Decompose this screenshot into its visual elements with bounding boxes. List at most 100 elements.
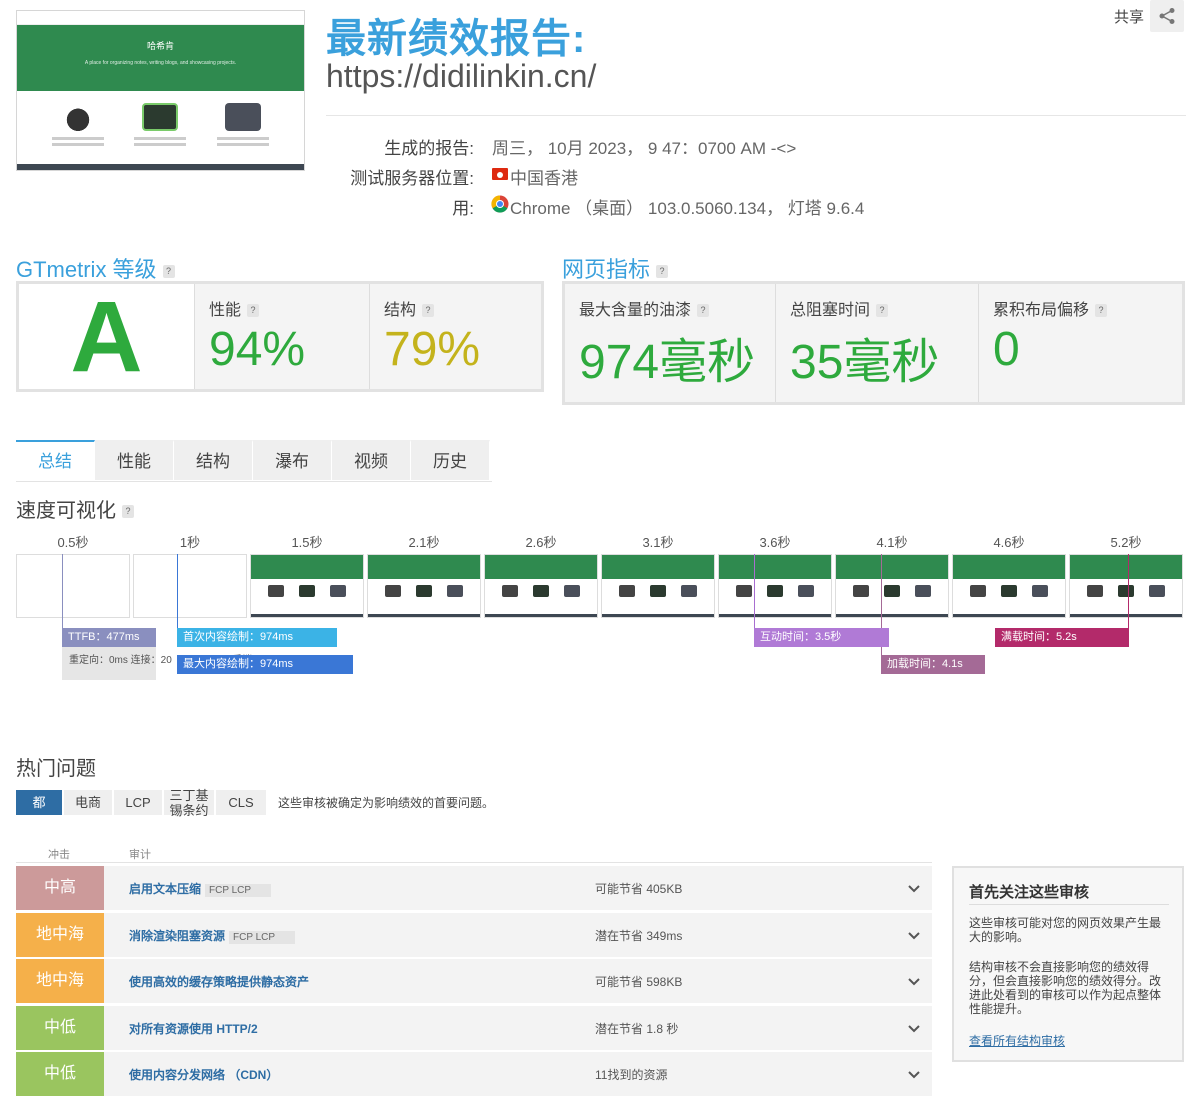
- performance-score: 94%: [209, 323, 306, 376]
- audit-name[interactable]: 启用文本压缩 FCP LCP: [129, 880, 272, 897]
- chevron-down-icon[interactable]: [904, 1064, 924, 1084]
- help-icon[interactable]: ?: [122, 505, 134, 519]
- filter-all[interactable]: 都: [16, 790, 62, 815]
- filmstrip-frame[interactable]: [718, 554, 832, 618]
- thumbnail-footer: [17, 164, 304, 170]
- issue-row[interactable]: 中低 使用内容分发网络 （CDN） 11找到的资源: [16, 1052, 932, 1096]
- audit-title[interactable]: 对所有资源使用 HTTP/2: [129, 1022, 258, 1036]
- focus-audits-heading: 首先关注这些审核: [969, 884, 1090, 901]
- audit-title[interactable]: 使用内容分发网络 （CDN）: [129, 1068, 278, 1082]
- web-vitals-heading: 网页指标?: [562, 252, 669, 284]
- filmstrip-frame[interactable]: [133, 554, 247, 618]
- fully-loaded-marker-line: [1128, 554, 1129, 630]
- lcp-marker-label: 最大内容绘制：974ms: [177, 655, 353, 674]
- audit-name[interactable]: 使用内容分发网络 （CDN）: [129, 1066, 278, 1083]
- grade-panel: A 性能? 94% 结构? 79%: [16, 281, 544, 393]
- filmstrip-frame[interactable]: [601, 554, 715, 618]
- timeline-tick-label: 1秒: [179, 535, 201, 550]
- tab-structure[interactable]: 结构: [174, 440, 253, 480]
- timeline-tick-label: 2.6秒: [525, 535, 557, 550]
- thumbnail-site-name: 哈希肯: [146, 41, 174, 51]
- report-title: 最新绩效报告:: [326, 17, 587, 61]
- share-label[interactable]: 共享: [1114, 6, 1144, 27]
- view-structure-audits-link[interactable]: 查看所有结构审核: [969, 1032, 1065, 1049]
- share-button[interactable]: [1150, 0, 1184, 32]
- ttfb-label: TTFB：477ms: [62, 628, 156, 647]
- impact-column-header: 冲击: [48, 849, 70, 861]
- filmstrip-frame[interactable]: [16, 554, 130, 618]
- audit-metric-tags: FCP LCP: [205, 884, 272, 897]
- tbt-label: 总阻塞时间?: [790, 296, 889, 320]
- top-issues-heading: 热门问题: [16, 758, 96, 780]
- audit-title[interactable]: 消除渲染阻塞资源: [129, 929, 225, 943]
- meta-location-label: 测试服务器位置:: [350, 169, 474, 188]
- help-icon[interactable]: ?: [422, 304, 435, 318]
- tti-label: 互动时间：3.5秒: [754, 628, 889, 647]
- fcp-marker-line: [177, 554, 178, 630]
- timeline-tick-label: 1.5秒: [291, 535, 323, 550]
- filmstrip-frame[interactable]: [484, 554, 598, 618]
- onload-label: 加载时间：4.1s: [881, 655, 985, 674]
- help-icon[interactable]: ?: [247, 304, 260, 318]
- ttfb-breakdown: 重定向：0ms 连接：20: [69, 655, 172, 665]
- audit-savings: 11找到的资源: [595, 1068, 668, 1082]
- impact-badge: 中低: [16, 1006, 104, 1050]
- help-icon[interactable]: ?: [697, 304, 710, 318]
- cls-label: 累积布局偏移?: [993, 296, 1108, 320]
- audit-column-header: 审计: [129, 849, 151, 861]
- thumbnail-card: [48, 103, 108, 149]
- performance-label: 性能?: [209, 296, 260, 320]
- cls-value: 0: [993, 323, 1020, 376]
- tbt-cell: 总阻塞时间? 35毫秒: [776, 284, 979, 402]
- meta-generated-label: 生成的报告:: [384, 139, 474, 158]
- grade-letter: A: [70, 281, 143, 393]
- issue-row[interactable]: 地中海 使用高效的缓存策略提供静态资产 可能节省 598KB: [16, 959, 932, 1003]
- chevron-down-icon[interactable]: [904, 971, 924, 991]
- tab-history[interactable]: 历史: [411, 440, 490, 480]
- issue-row[interactable]: 中低 对所有资源使用 HTTP/2 潜在节省 1.8 秒: [16, 1006, 932, 1050]
- cls-cell: 累积布局偏移? 0: [979, 284, 1182, 402]
- audit-name[interactable]: 使用高效的缓存策略提供静态资产: [129, 973, 309, 990]
- site-thumbnail: 哈希肯 A place for organizing notes, writin…: [16, 10, 305, 171]
- tab-video[interactable]: 视频: [332, 440, 411, 480]
- filmstrip-frame[interactable]: [1069, 554, 1183, 618]
- meta-using-label: 用:: [452, 199, 474, 218]
- help-icon[interactable]: ?: [876, 304, 889, 318]
- timeline-tick-label: 3.6秒: [759, 535, 791, 550]
- audit-title[interactable]: 使用高效的缓存策略提供静态资产: [129, 975, 309, 989]
- help-icon[interactable]: ?: [656, 264, 669, 278]
- filter-cls[interactable]: CLS: [216, 790, 266, 815]
- header-divider: [326, 115, 1186, 116]
- thumbnail-cards: [17, 91, 304, 149]
- chevron-down-icon[interactable]: [904, 878, 924, 898]
- performance-cell: 性能? 94%: [195, 284, 370, 389]
- tab-summary[interactable]: 总结: [16, 440, 95, 480]
- help-icon[interactable]: ?: [1095, 304, 1108, 318]
- timeline-tick-label: 2.1秒: [408, 535, 440, 550]
- filmstrip-frame[interactable]: [835, 554, 949, 618]
- audit-name[interactable]: 消除渲染阻塞资源 FCP LCP: [129, 927, 296, 944]
- issue-row[interactable]: 中高 启用文本压缩 FCP LCP 可能节省 405KB: [16, 866, 932, 910]
- audit-savings: 潜在节省 349ms: [595, 929, 683, 943]
- chevron-down-icon[interactable]: [904, 1018, 924, 1038]
- tab-performance[interactable]: 性能: [95, 440, 174, 480]
- help-icon[interactable]: ?: [162, 264, 175, 278]
- filmstrip-frame[interactable]: [952, 554, 1066, 618]
- filter-lcp[interactable]: LCP: [114, 790, 162, 815]
- filmstrip-frame[interactable]: [367, 554, 481, 618]
- audit-title[interactable]: 启用文本压缩: [129, 882, 201, 896]
- impact-badge: 地中海: [16, 959, 104, 1003]
- thumbnail-card: [130, 103, 190, 149]
- tab-waterfall[interactable]: 瀑布: [253, 440, 332, 480]
- web-vitals-panel: 最大含量的油漆? 974毫秒 总阻塞时间? 35毫秒 累积布局偏移? 0: [562, 281, 1185, 405]
- audit-savings: 可能节省 405KB: [595, 882, 683, 896]
- filter-tbt[interactable]: 三丁基锡条约: [164, 788, 214, 818]
- audit-name[interactable]: 对所有资源使用 HTTP/2: [129, 1020, 258, 1037]
- chevron-down-icon[interactable]: [904, 925, 924, 945]
- filter-ecommerce[interactable]: 电商: [64, 790, 112, 815]
- timeline-tick-label: 3.1秒: [642, 535, 674, 550]
- report-tabs: 总结 性能 结构 瀑布 视频 历史: [16, 440, 490, 480]
- issue-row[interactable]: 地中海 消除渲染阻塞资源 FCP LCP 潜在节省 349ms: [16, 913, 932, 957]
- thumbnail-nav: [17, 11, 304, 25]
- filmstrip-frame[interactable]: [250, 554, 364, 618]
